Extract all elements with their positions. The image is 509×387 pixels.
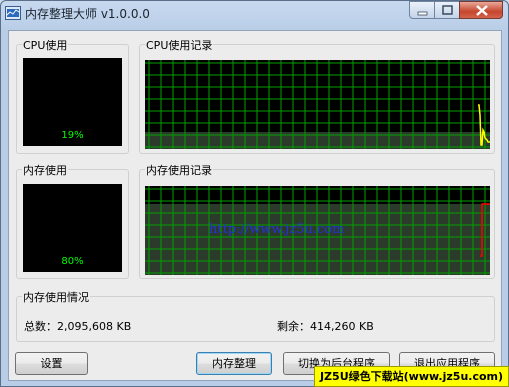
client-area: CPU使用 19% CPU使用记录 内存使用 80% 内存使用记录 http:/… [8,30,502,381]
memory-history-label: 内存使用记录 [145,162,213,178]
close-button[interactable] [459,1,503,19]
memory-total: 总数：2,095,608 KB [24,320,132,333]
cpu-group-label: CPU使用 [22,37,69,53]
memory-usage-meter: 80% [23,184,122,272]
memory-history-graph: http://www.jz5u.com [145,186,490,275]
cpu-history-graph [145,60,490,149]
minimize-button[interactable] [409,1,435,19]
optimize-memory-button[interactable]: 内存整理 [196,352,272,375]
memory-group-label: 内存使用 [22,162,68,178]
cpu-percent: 19% [61,130,84,141]
cpu-usage-meter: 19% [23,58,122,146]
cpu-history-label: CPU使用记录 [145,37,214,53]
app-icon [5,6,21,20]
memory-free: 剩余：414,260 KB [277,320,374,333]
memory-info-label: 内存使用情况 [22,289,90,305]
title-bar[interactable]: 内存整理大师 v1.0.0.0 [1,1,508,28]
settings-button[interactable]: 设置 [15,352,88,375]
download-site-stamp: JZ5U绿色下载站(www.jz5u.com) [314,366,509,387]
memory-percent: 80% [61,256,84,267]
app-window: 内存整理大师 v1.0.0.0 CPU使用 19% CPU使用记录 内存使用 8… [0,0,509,387]
watermark-text: http://www.jz5u.com [209,222,345,237]
maximize-button[interactable] [434,1,460,19]
window-title: 内存整理大师 v1.0.0.0 [25,7,150,21]
